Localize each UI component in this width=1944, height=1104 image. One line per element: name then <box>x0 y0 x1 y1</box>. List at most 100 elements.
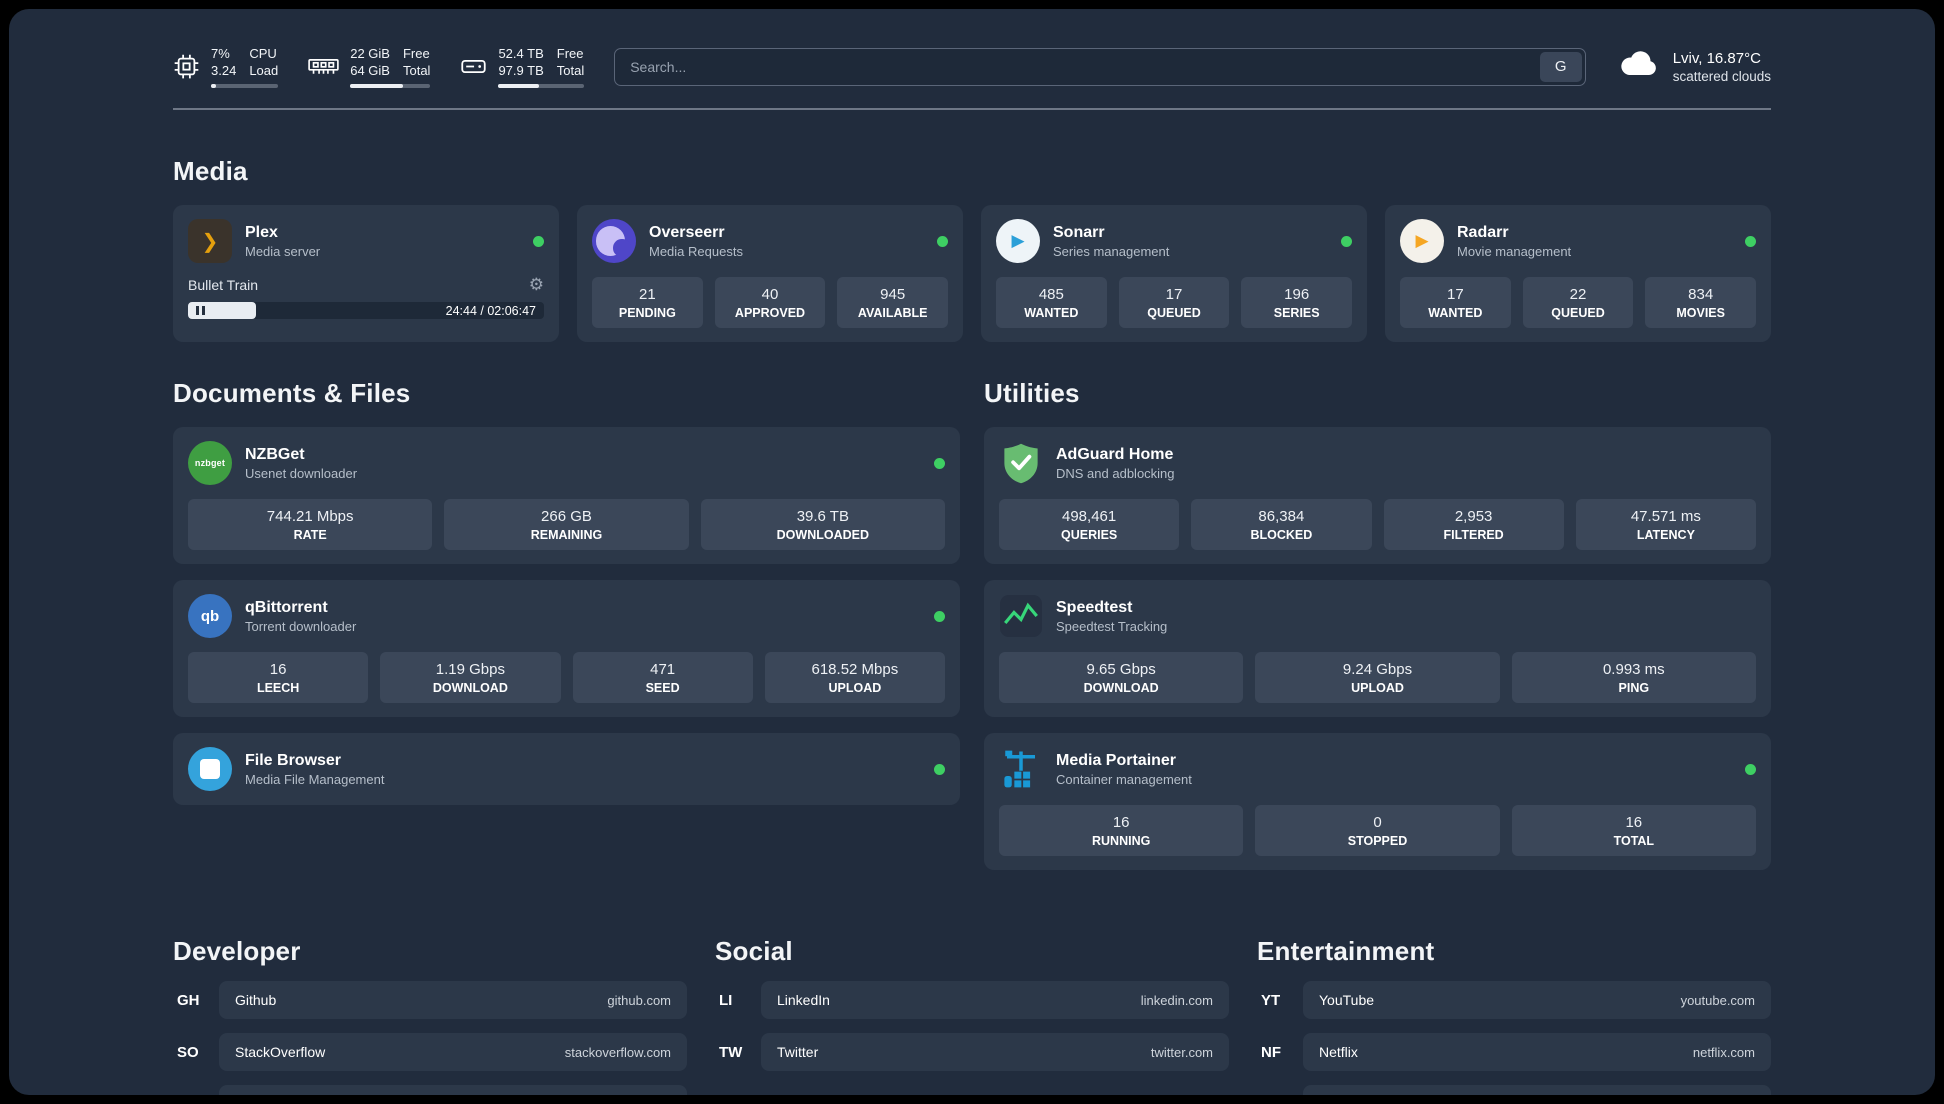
ram-free-label: Free <box>402 46 430 61</box>
bookmark-link-netflix[interactable]: Netflix netflix.com <box>1303 1033 1771 1071</box>
cpu-percent: 7% <box>211 46 230 61</box>
disk-free-label: Free <box>556 46 584 61</box>
nzbget-icon: nzbget <box>188 441 232 485</box>
dashboard-page: 7% 3.24 CPU Load 22 GiB 64 GiB Free Tota… <box>9 9 1935 1095</box>
gear-icon[interactable]: ⚙ <box>529 276 544 293</box>
section-title-utilities: Utilities <box>984 378 1080 408</box>
social-bookmarks: Social LI LinkedIn linkedin.com TW Twitt… <box>715 936 1229 1071</box>
bookmark-row: TW Twitter twitter.com <box>715 1033 1229 1071</box>
section-title-developer: Developer <box>173 936 301 966</box>
app-subtitle: Media File Management <box>245 771 385 787</box>
ram-free-value: 22 GiB <box>350 46 390 61</box>
bookmark-link-twitter[interactable]: Twitter twitter.com <box>761 1033 1229 1071</box>
bookmark-link-stackoverflow[interactable]: StackOverflow stackoverflow.com <box>219 1033 687 1071</box>
stat-box: 47.571 ms LATENCY <box>1575 499 1756 550</box>
ram-icon <box>308 55 339 78</box>
section-title-media: Media <box>173 156 248 186</box>
cpu-usage-bar <box>211 84 279 88</box>
app-name: Radarr <box>1457 223 1509 241</box>
bookmark-abbr: LI <box>719 991 733 1009</box>
entertainment-bookmarks: Entertainment YT YouTube youtube.com NF … <box>1257 936 1771 1095</box>
stat-box: 16 LEECH <box>188 652 369 703</box>
bookmark-row: RE Reddit reddit.com <box>1257 1085 1771 1095</box>
cloud-icon <box>1616 49 1660 84</box>
app-name: Media Portainer <box>1056 751 1177 769</box>
section-title-documents: Documents & Files <box>173 378 411 408</box>
search-input[interactable] <box>615 48 1537 85</box>
radarr-card[interactable]: ▶ Radarr Movie management 17 WANTED 22 Q… <box>1385 205 1771 342</box>
bookmark-abbr: SO <box>177 1043 199 1061</box>
status-dot <box>937 235 948 247</box>
status-dot <box>533 235 544 247</box>
qbittorrent-card[interactable]: qb qBittorrent Torrent downloader 16 LEE… <box>173 580 960 717</box>
cpu-label: CPU <box>249 46 277 61</box>
stat-box: 22 QUEUED <box>1522 277 1634 328</box>
cpu-icon <box>173 53 200 80</box>
bookmark-link-dev[interactable]: DEV dev.to <box>219 1085 687 1095</box>
bookmark-row: LI LinkedIn linkedin.com <box>715 981 1229 1019</box>
bookmark-link-github[interactable]: Github github.com <box>219 981 687 1019</box>
disk-usage-bar <box>498 84 585 88</box>
sonarr-card[interactable]: ▶ Sonarr Series management 485 WANTED 17… <box>981 205 1367 342</box>
portainer-card[interactable]: Media Portainer Container management 16 … <box>984 733 1771 870</box>
overseerr-card[interactable]: Overseerr Media Requests 21 PENDING 40 A… <box>577 205 963 342</box>
status-dot <box>1745 763 1756 775</box>
bookmark-abbr: TW <box>719 1043 743 1061</box>
app-name: qBittorrent <box>245 598 328 616</box>
adguard-card[interactable]: AdGuard Home DNS and adblocking 498,461 … <box>984 427 1771 564</box>
stat-box: 834 MOVIES <box>1645 277 1757 328</box>
app-name: Sonarr <box>1053 223 1105 241</box>
disk-icon <box>460 53 487 80</box>
radarr-icon: ▶ <box>1400 219 1444 263</box>
stat-box: 498,461 QUERIES <box>999 499 1180 550</box>
cpu-load-label: Load <box>249 63 279 78</box>
ram-usage-bar <box>350 84 431 88</box>
stat-box: 9.24 Gbps UPLOAD <box>1255 652 1500 703</box>
system-metrics: 7% 3.24 CPU Load 22 GiB 64 GiB Free Tota… <box>173 45 585 88</box>
pause-icon[interactable] <box>196 306 205 315</box>
app-subtitle: Speedtest Tracking <box>1056 618 1168 634</box>
nzbget-card[interactable]: nzbget NZBGet Usenet downloader 744.21 M… <box>173 427 960 564</box>
bookmark-row: NF Netflix netflix.com <box>1257 1033 1771 1071</box>
filebrowser-card[interactable]: File Browser Media File Management <box>173 733 960 805</box>
stat-box: 618.52 Mbps UPLOAD <box>764 652 945 703</box>
status-dot <box>1341 235 1352 247</box>
section-title-social: Social <box>715 936 793 966</box>
weather-condition: scattered clouds <box>1672 68 1771 84</box>
app-subtitle: Usenet downloader <box>245 465 358 481</box>
search-engine-button[interactable]: G <box>1539 51 1582 82</box>
playback-progress-bar[interactable]: 24:44 / 02:06:47 <box>188 302 544 319</box>
disk-total-value: 97.9 TB <box>498 63 544 78</box>
plex-icon: ❯ <box>188 219 232 263</box>
speedtest-card[interactable]: Speedtest Speedtest Tracking 9.65 Gbps D… <box>984 580 1771 717</box>
bookmark-abbr: GH <box>177 991 200 1009</box>
app-subtitle: DNS and adblocking <box>1056 465 1175 481</box>
sonarr-icon: ▶ <box>996 219 1040 263</box>
bookmark-row: DT DEV dev.to <box>173 1085 687 1095</box>
bookmark-link-reddit[interactable]: Reddit reddit.com <box>1303 1085 1771 1095</box>
app-subtitle: Movie management <box>1457 243 1572 259</box>
disk-total-label: Total <box>556 63 585 78</box>
stat-box: 17 QUEUED <box>1118 277 1230 328</box>
speedtest-chart-icon <box>999 594 1043 638</box>
stat-box: 86,384 BLOCKED <box>1191 499 1372 550</box>
bookmark-link-linkedin[interactable]: LinkedIn linkedin.com <box>761 981 1229 1019</box>
portainer-crane-icon <box>999 747 1043 791</box>
disk-free-value: 52.4 TB <box>498 46 544 61</box>
status-dot <box>1745 235 1756 247</box>
bookmark-abbr: YT <box>1261 991 1281 1009</box>
bookmark-abbr: NF <box>1261 1043 1281 1061</box>
app-name: Plex <box>245 223 278 241</box>
plex-card[interactable]: ❯ Plex Media server Bullet Train ⚙ 24:44… <box>173 205 559 342</box>
app-subtitle: Container management <box>1056 771 1192 787</box>
stat-box: 196 SERIES <box>1241 277 1353 328</box>
stat-box: 0.993 ms PING <box>1511 652 1756 703</box>
bookmark-link-youtube[interactable]: YouTube youtube.com <box>1303 981 1771 1019</box>
stat-box: 945 AVAILABLE <box>837 277 949 328</box>
disk-widget: 52.4 TB 97.9 TB Free Total <box>460 45 585 88</box>
overseerr-icon <box>592 219 636 263</box>
ram-total-label: Total <box>402 63 431 78</box>
bookmark-row: YT YouTube youtube.com <box>1257 981 1771 1019</box>
app-subtitle: Media Requests <box>649 243 743 259</box>
stat-box: 40 APPROVED <box>714 277 826 328</box>
